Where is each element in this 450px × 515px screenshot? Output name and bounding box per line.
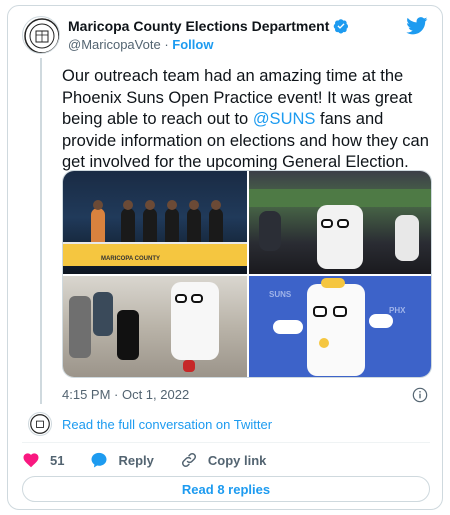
mascot-badge [319, 338, 329, 348]
copy-link-label: Copy link [207, 452, 267, 468]
table-banner-text: MARICOPA COUNTY [101, 256, 160, 262]
person-head [145, 200, 155, 210]
mascot-glasses [333, 306, 347, 317]
ballot-mascot [317, 205, 363, 269]
author-name[interactable]: Maricopa County Elections Department [68, 18, 329, 34]
ballot-mascot [307, 284, 365, 376]
person-figure [143, 208, 157, 244]
backdrop-brand-text: SUNS [269, 290, 292, 299]
person-head [93, 200, 103, 210]
handle-separator: · [164, 37, 169, 52]
booth-table [63, 244, 247, 266]
person-figure [91, 208, 105, 244]
person-head [211, 200, 221, 210]
photo-mascot-backdrop[interactable]: SUNS PHX [249, 276, 431, 377]
photo-mascot-kids[interactable] [63, 276, 247, 377]
mascot-glasses [191, 294, 203, 303]
reply-button[interactable]: Reply [90, 451, 154, 469]
person-figure [121, 208, 135, 244]
speech-bubble-icon [91, 452, 107, 468]
verified-badge-icon [334, 19, 349, 34]
backdrop-brand-text-2: PHX [389, 306, 406, 315]
action-bar: 51 Reply Copy link [22, 451, 266, 469]
mascot-glove [369, 314, 393, 328]
heart-icon [23, 453, 39, 468]
author-handle-row: @MaricopaVote · Follow [68, 37, 213, 52]
mascot-shoe [183, 360, 195, 372]
like-count: 51 [50, 452, 65, 468]
reply-label: Reply [118, 452, 154, 468]
follow-link[interactable]: Follow [172, 37, 213, 52]
copy-link-button[interactable]: Copy link [180, 451, 267, 469]
spectator [259, 211, 281, 251]
mascot-glasses [337, 219, 349, 228]
read-replies-button[interactable]: Read 8 replies [22, 476, 430, 502]
media-grid: MARICOPA COUNTY SUNS PHX [62, 170, 432, 378]
twitter-bird-icon[interactable] [406, 17, 428, 35]
author-name-row: Maricopa County Elections Department [68, 18, 349, 34]
author-avatar[interactable] [22, 16, 60, 54]
tweet-card: Maricopa County Elections Department @Ma… [7, 5, 443, 510]
adult-figure [93, 292, 113, 336]
person-figure [165, 208, 179, 244]
link-icon [181, 452, 196, 468]
info-icon[interactable] [412, 387, 428, 403]
photo-mascot-stands[interactable] [249, 171, 431, 274]
person-figure [209, 208, 223, 244]
divider [22, 442, 430, 443]
photo-outreach-booth[interactable]: MARICOPA COUNTY [63, 171, 247, 274]
conversation-avatar [28, 412, 52, 436]
mascot-glasses [175, 294, 187, 303]
mascot-glasses [321, 219, 333, 228]
mascot-glasses [313, 306, 327, 317]
mascot-glove [273, 320, 303, 334]
kid-figure [117, 310, 139, 360]
spectator [395, 215, 419, 261]
mascot-hat [321, 278, 345, 288]
like-button[interactable]: 51 [22, 451, 64, 469]
person-figure [187, 208, 201, 244]
mention-link[interactable]: @SUNS [253, 110, 316, 128]
tweet-timestamp[interactable]: 4:15 PM · Oct 1, 2022 [62, 387, 189, 402]
person-head [123, 200, 133, 210]
tweet-text: Our outreach team had an amazing time at… [62, 66, 432, 174]
author-handle[interactable]: @MaricopaVote [68, 37, 161, 52]
person-head [167, 200, 177, 210]
adult-figure [69, 296, 91, 358]
read-conversation-link[interactable]: Read the full conversation on Twitter [62, 417, 272, 432]
person-head [189, 200, 199, 210]
thread-line [40, 58, 42, 404]
